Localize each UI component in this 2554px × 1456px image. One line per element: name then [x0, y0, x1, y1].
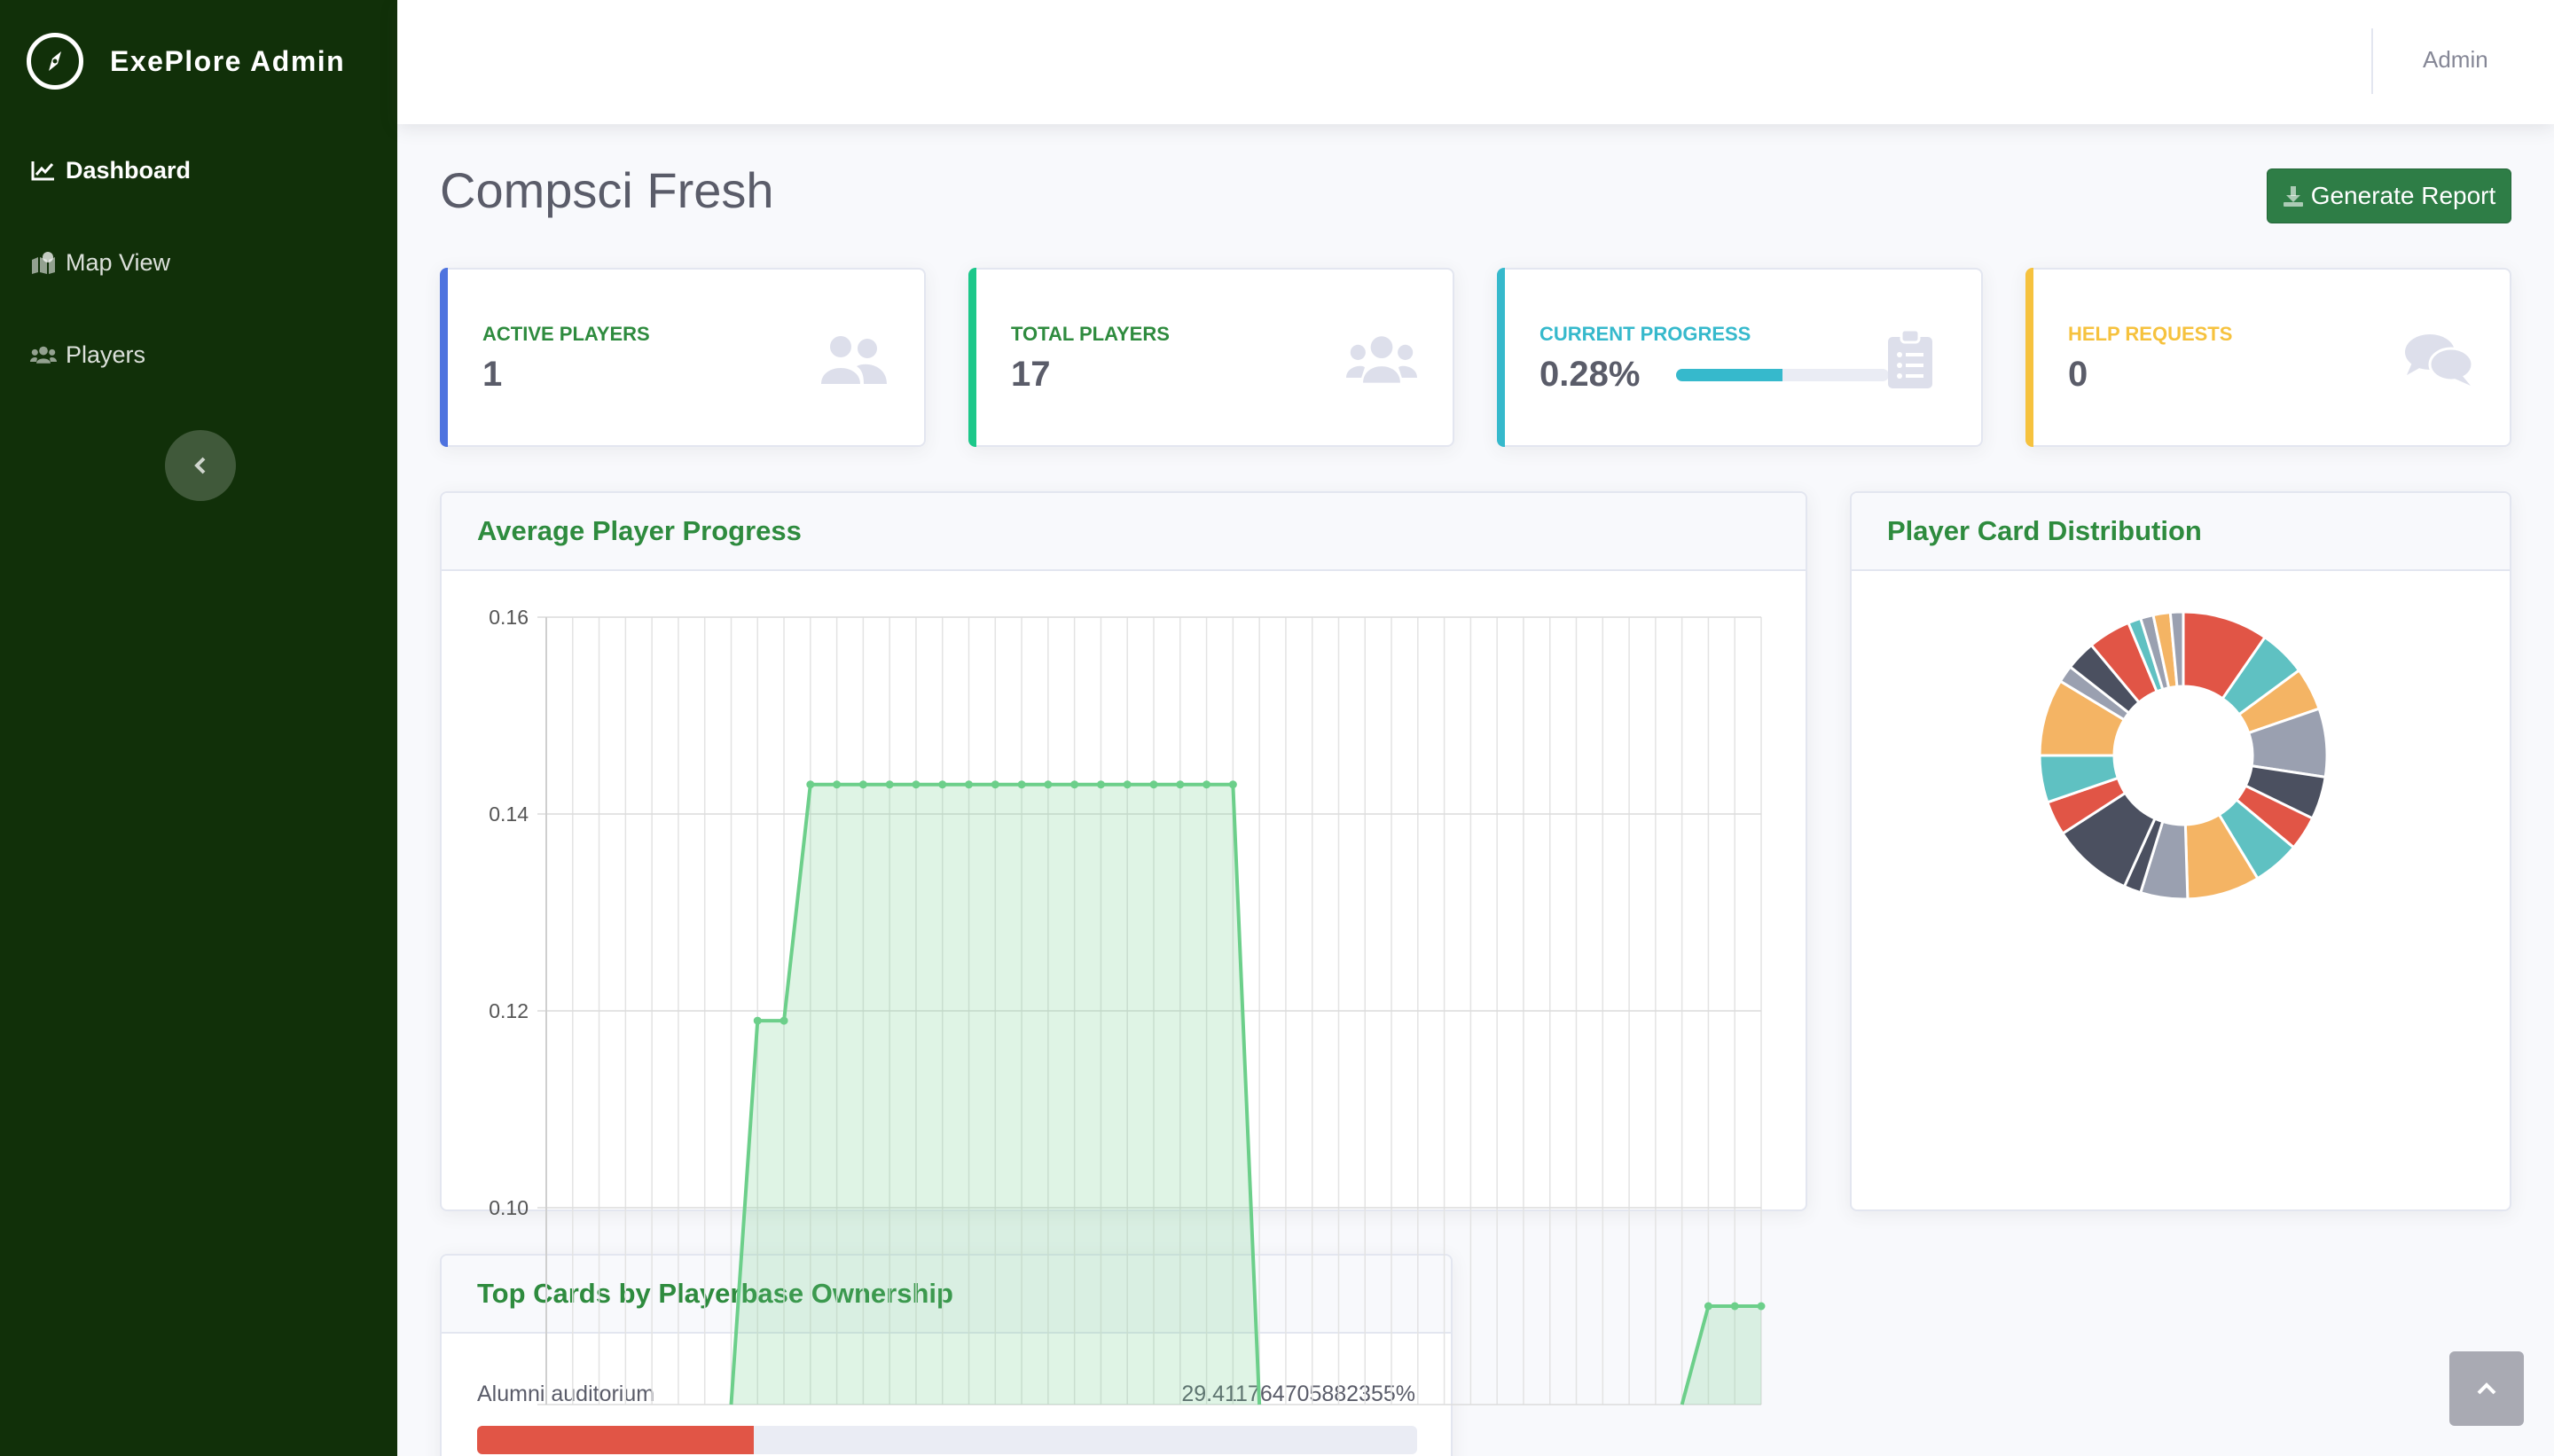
chart-y-tick-label: 0.10: [489, 1196, 529, 1219]
chart-line-icon: [30, 157, 57, 184]
stat-card-help-requests: Help Requests 0: [2025, 268, 2511, 447]
chart-point: [885, 780, 894, 789]
compass-icon: [27, 33, 83, 90]
map-marked-icon: [30, 249, 57, 276]
chart-point: [806, 780, 815, 789]
chart-point: [780, 1016, 788, 1025]
user-menu[interactable]: Admin: [2423, 46, 2488, 74]
sidebar-item-label: Dashboard: [66, 156, 192, 184]
stat-value: 17: [1011, 355, 1051, 394]
users-icon: [1346, 328, 1417, 390]
sidebar-item-map-view[interactable]: Map View: [30, 241, 170, 284]
chart-point: [858, 780, 867, 789]
average-progress-chart: 0.16 0.14 0.12 0.10: [489, 606, 1766, 1405]
stat-value: 0: [2068, 355, 2088, 394]
card-accent: [1497, 268, 1505, 447]
user-friends-icon: [818, 328, 889, 390]
topbar: [397, 0, 2554, 124]
stat-value: 1: [482, 355, 503, 394]
generate-report-label: Generate Report: [2310, 182, 2496, 209]
sidebar-item-label: Map View: [66, 248, 171, 276]
comments-icon: [2403, 328, 2474, 390]
chart-point: [1149, 780, 1158, 789]
card-accent: [440, 268, 448, 447]
card-accent: [968, 268, 976, 447]
sidebar-item-dashboard[interactable]: Dashboard: [30, 149, 191, 192]
stat-card-total-players: Total Players 17: [968, 268, 1454, 447]
panel-title: Player Card Distribution: [1887, 515, 2202, 546]
chevron-up-icon: [2477, 1382, 2496, 1395]
chart-point: [965, 780, 974, 789]
card-distribution-donut-chart: [2038, 610, 2329, 901]
chart-point: [1070, 780, 1079, 789]
clipboard-list-icon: [1875, 328, 1946, 390]
sidebar: ExePlore Admin Dashboard Map View Player…: [0, 0, 397, 1456]
chart-point: [938, 780, 947, 789]
stat-label: Help Requests: [2068, 323, 2233, 345]
chevron-left-icon: [194, 457, 206, 474]
chart-point: [1123, 780, 1132, 789]
panel-title: Average Player Progress: [477, 515, 802, 546]
stat-card-active-players: Active Players 1: [440, 268, 926, 447]
sidebar-toggle-button[interactable]: [165, 430, 236, 501]
topbar-divider: [2371, 28, 2373, 94]
panel-header: Player Card Distribution: [1852, 493, 2510, 571]
brand-name: ExePlore Admin: [110, 44, 346, 77]
chart-point: [1044, 780, 1053, 789]
stat-card-current-progress: Current Progress 0.28%: [1497, 268, 1983, 447]
chart-point: [1757, 1302, 1766, 1311]
brand[interactable]: ExePlore Admin: [27, 32, 345, 90]
chart-point: [1017, 780, 1026, 789]
progress-fill: [1676, 369, 1782, 381]
stat-label: Total Players: [1011, 323, 1170, 345]
stat-label: Active Players: [482, 323, 650, 345]
generate-report-button[interactable]: Generate Report: [2267, 168, 2511, 223]
panel-header: Average Player Progress: [442, 493, 1806, 571]
chart-point: [1228, 780, 1237, 789]
chart-area-fill: [731, 784, 1260, 1405]
chart-point: [753, 1016, 762, 1025]
sidebar-item-label: Players: [66, 341, 146, 368]
stat-value: 0.28%: [1539, 355, 1641, 394]
chart-y-tick-label: 0.14: [489, 802, 529, 826]
chart-point: [1176, 780, 1185, 789]
chart-point: [1704, 1302, 1712, 1311]
chart-point: [1203, 780, 1211, 789]
chart-point: [991, 780, 999, 789]
sidebar-item-players[interactable]: Players: [30, 333, 145, 376]
card-accent: [2025, 268, 2033, 447]
chart-point: [912, 780, 921, 789]
chart-point: [833, 780, 842, 789]
download-icon: [2283, 185, 2304, 207]
progress-bar: [1676, 369, 1889, 381]
chart-point: [1730, 1302, 1739, 1311]
scroll-to-top-button[interactable]: [2449, 1351, 2524, 1426]
chart-y-tick-label: 0.16: [489, 606, 529, 629]
page-title: Compsci Fresh: [440, 162, 774, 218]
chart-point: [1096, 780, 1105, 789]
stat-label: Current Progress: [1539, 323, 1751, 345]
users-icon: [30, 341, 57, 368]
chart-y-tick-label: 0.12: [489, 999, 529, 1022]
